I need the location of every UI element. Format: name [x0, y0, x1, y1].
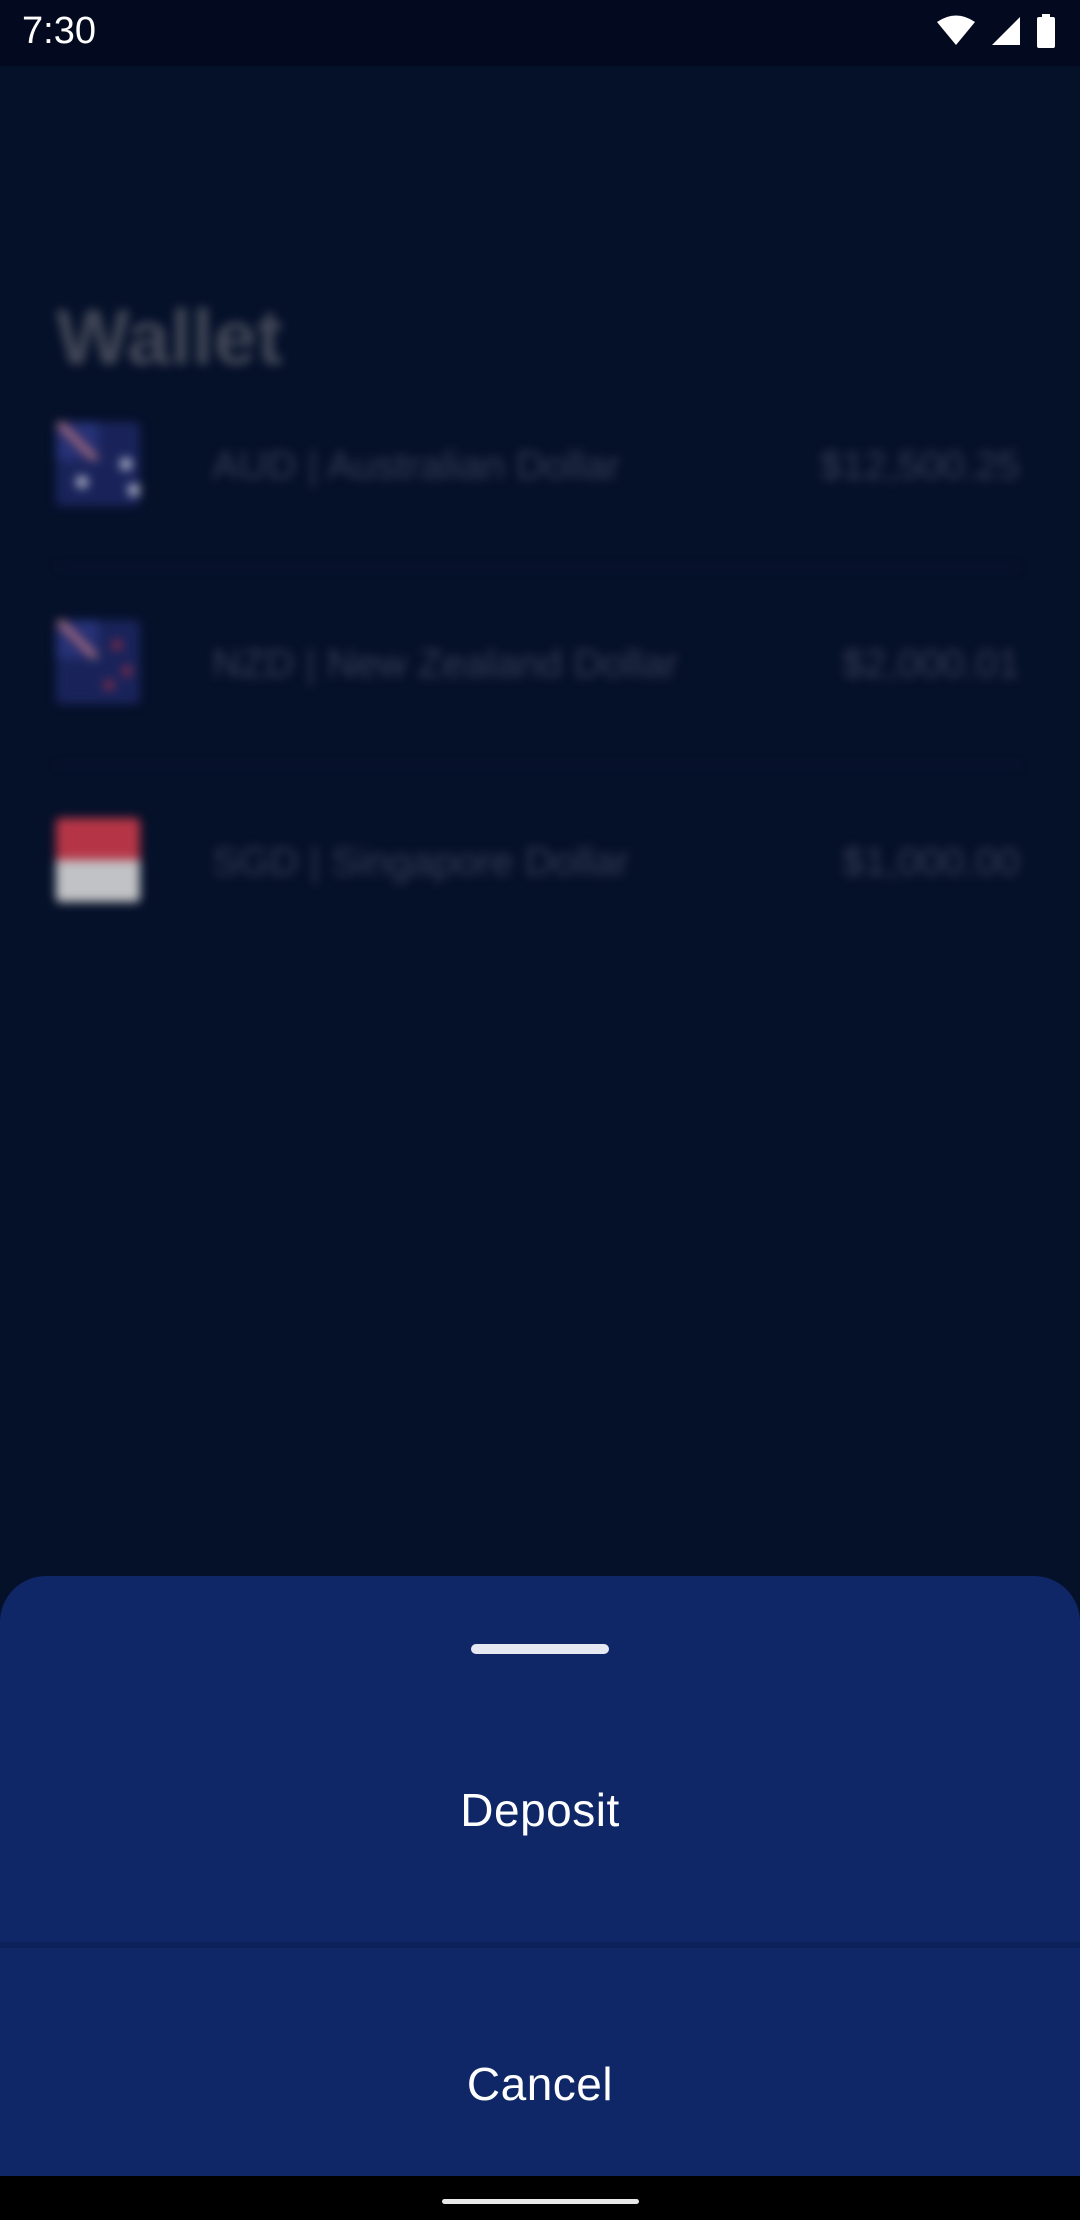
wifi-icon	[936, 15, 976, 52]
wallet-screen-background: Wallet AUD | Australian Dollar $12,500.2…	[0, 66, 1080, 1576]
drag-handle[interactable]	[471, 1644, 609, 1654]
home-indicator[interactable]	[442, 2199, 639, 2204]
singapore-flag-icon	[56, 818, 140, 902]
currency-name: NZD | New Zealand Dollar	[212, 642, 679, 686]
cancel-button[interactable]: Cancel	[0, 2004, 1080, 2164]
currency-name: AUD | Australian Dollar	[212, 444, 621, 488]
divider	[56, 764, 1020, 766]
bottom-sheet: Deposit Cancel	[0, 1576, 1080, 2176]
currency-amount: $2,000.01	[842, 642, 1020, 686]
currency-amount: $1,000.00	[842, 840, 1020, 884]
app-screen: 7:30 Wallet AUD | Australian Dollar $12,…	[0, 0, 1080, 2220]
deposit-button[interactable]: Deposit	[0, 1730, 1080, 1890]
page-title: Wallet	[56, 293, 283, 381]
status-time: 7:30	[22, 10, 96, 52]
divider	[56, 566, 1020, 568]
currency-name: SGD | Singapore Dollar	[212, 840, 630, 884]
wallet-list-item[interactable]: SGD | Singapore Dollar $1,000.00	[56, 818, 1020, 908]
new-zealand-flag-icon	[56, 620, 140, 704]
navigation-bar	[0, 2176, 1080, 2220]
status-bar: 7:30	[0, 0, 1080, 66]
sheet-divider	[0, 1942, 1080, 1948]
wallet-list-item[interactable]: NZD | New Zealand Dollar $2,000.01	[56, 620, 1020, 710]
australia-flag-icon	[56, 422, 140, 506]
battery-icon	[1036, 13, 1056, 53]
signal-icon	[990, 15, 1022, 52]
status-icons	[936, 13, 1056, 53]
wallet-list-item[interactable]: AUD | Australian Dollar $12,500.25	[56, 422, 1020, 512]
currency-amount: $12,500.25	[819, 444, 1020, 488]
